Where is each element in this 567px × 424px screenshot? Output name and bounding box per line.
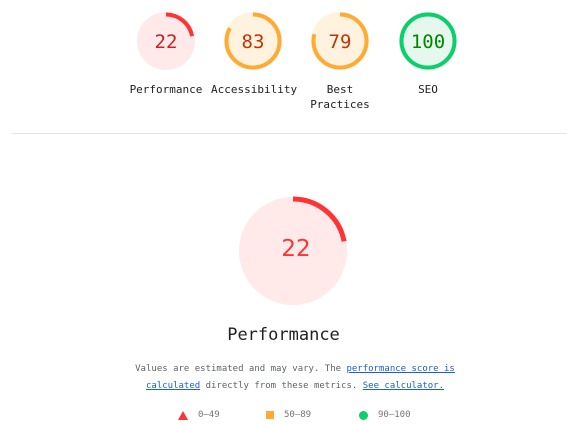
gauge-score: 100 bbox=[411, 31, 445, 53]
legend-range: 0–49 bbox=[198, 410, 220, 420]
gauge-seo[interactable]: 100 SEO bbox=[386, 10, 470, 97]
gauge-ring: 22 bbox=[238, 196, 348, 306]
see-calculator-link[interactable]: See calculator. bbox=[363, 381, 444, 391]
score-gauges: 22 Performance 83 Accessibility 79 Best … bbox=[0, 0, 567, 120]
circle-icon bbox=[359, 410, 368, 420]
section-divider bbox=[12, 133, 567, 134]
gauge-label: Accessibility bbox=[211, 83, 298, 96]
gauge-performance[interactable]: 22 Performance bbox=[124, 10, 208, 97]
legend-average: 50–89 bbox=[266, 410, 311, 420]
gauge-ring: 79 bbox=[311, 12, 369, 70]
gauge-ring: 22 bbox=[137, 12, 195, 70]
legend-fail: 0–49 bbox=[178, 410, 220, 420]
legend-pass: 90–100 bbox=[359, 410, 411, 420]
gauge-accessibility[interactable]: 83 Accessibility bbox=[211, 10, 298, 97]
gauge-score: 83 bbox=[242, 31, 265, 53]
gauge-score: 22 bbox=[155, 31, 178, 53]
score-description: Values are estimated and may vary. The p… bbox=[110, 361, 480, 395]
triangle-icon bbox=[178, 410, 188, 420]
description-text: directly from these metrics. bbox=[200, 381, 363, 391]
gauge-best-practices[interactable]: 79 Best Practices bbox=[298, 10, 382, 112]
legend-range: 90–100 bbox=[378, 410, 411, 420]
gauge-ring: 100 bbox=[399, 12, 457, 70]
gauge-label: SEO bbox=[418, 83, 438, 96]
gauge-ring: 83 bbox=[224, 12, 282, 70]
category-title: Performance bbox=[227, 325, 340, 345]
gauge-label: Performance bbox=[129, 83, 203, 96]
description-text: Values are estimated and may vary. The bbox=[135, 364, 347, 374]
gauge-label: Best Practices bbox=[310, 83, 370, 111]
gauge-score: 22 bbox=[281, 236, 310, 262]
legend-range: 50–89 bbox=[284, 410, 312, 420]
gauge-score: 79 bbox=[329, 31, 352, 53]
performance-gauge-large: 22 bbox=[232, 190, 354, 316]
score-scale-legend: 0–49 50–89 90–100 bbox=[0, 410, 567, 424]
square-icon bbox=[266, 411, 274, 419]
